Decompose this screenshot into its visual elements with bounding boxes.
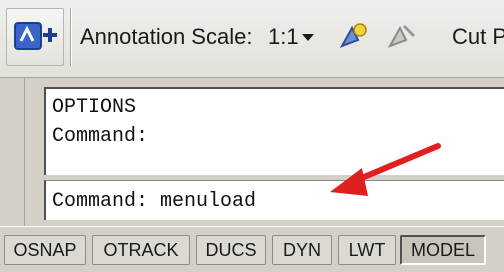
toolbar-separator [70,8,72,66]
cut-plane-label: Cut P [452,24,504,49]
auto-scale-icon[interactable] [386,20,418,52]
annotation-visibility-icon[interactable] [338,20,370,52]
history-line: OPTIONS [52,96,137,119]
command-window-grip[interactable] [10,78,25,226]
model-toggle[interactable]: MODEL [400,235,486,265]
otrack-toggle[interactable]: OTRACK [92,235,190,265]
history-line: Command: [52,125,149,148]
command-input[interactable]: Command: menuload [44,180,504,220]
ducs-toggle[interactable]: DUCS [196,235,266,265]
annotation-scale-dropdown[interactable]: 1:1 [268,24,299,50]
dyn-toggle[interactable]: DYN [272,235,332,265]
annotation-toolbar: Annotation Scale: 1:1 Cut P [0,0,504,78]
chevron-down-icon[interactable] [302,34,314,41]
command-history: OPTIONS Command: [44,87,504,175]
annotation-scale-label: Annotation Scale: [80,24,253,49]
status-bar: OSNAP OTRACK DUCS DYN LWT MODEL [0,226,504,272]
osnap-toggle[interactable]: OSNAP [4,235,86,265]
command-input-text: Command: menuload [52,190,257,213]
ucs-add-button[interactable] [6,8,64,66]
lwt-toggle[interactable]: LWT [338,235,396,265]
